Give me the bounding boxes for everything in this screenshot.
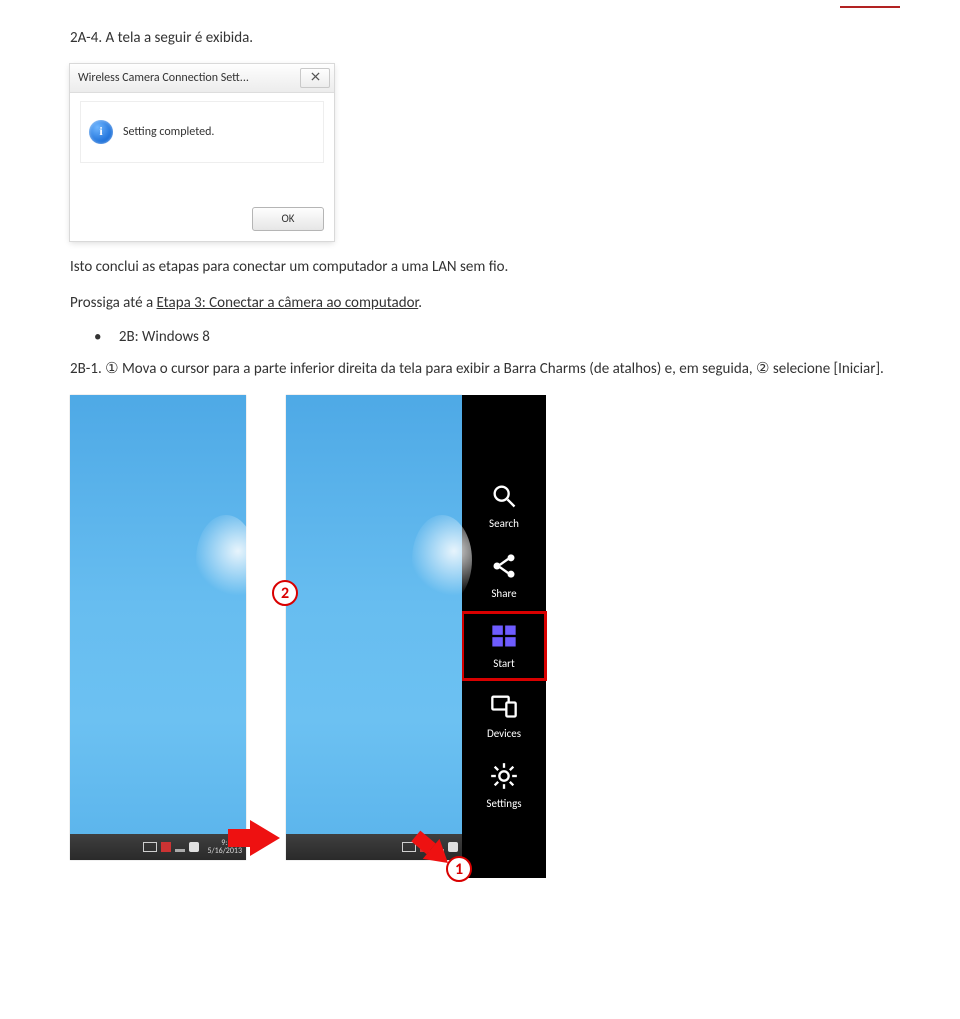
- prossiga-suffix: .: [418, 294, 422, 312]
- dialog-message-row: i Setting completed.: [80, 101, 324, 163]
- taskbar-left: 9:22 A 5/16/2013: [70, 834, 246, 860]
- circled-2-inline: ②: [756, 360, 769, 377]
- bullet-2b: 2B: Windows 8: [94, 328, 890, 346]
- desktop-left: 9:22 A 5/16/2013: [70, 395, 246, 860]
- arrow-right-icon: [250, 820, 280, 856]
- conclusion-text: Isto conclui as etapas para conectar um …: [70, 257, 890, 279]
- desktop-right-with-charms: Search Share: [286, 395, 546, 878]
- flare-highlight: [196, 515, 256, 605]
- charm-share[interactable]: Share: [462, 542, 546, 610]
- screenshots-row: 9:22 A 5/16/2013: [70, 395, 890, 878]
- clock-date: 5/16/2013: [207, 846, 242, 856]
- network-icon: [175, 842, 185, 852]
- ok-button-label: OK: [282, 212, 295, 225]
- marker-2: 2: [272, 580, 298, 606]
- desktop-right: [286, 395, 462, 860]
- charm-devices[interactable]: Devices: [462, 682, 546, 750]
- dialog-window: Wireless Camera Connection Sett... i Set…: [70, 64, 334, 241]
- info-icon: i: [89, 120, 113, 144]
- volume-icon: [189, 842, 199, 852]
- share-icon: [490, 552, 518, 583]
- charm-start[interactable]: Start: [462, 612, 546, 680]
- gear-icon: [490, 762, 518, 793]
- heading-2a4: 2A-4. A tela a seguir é exibida.: [70, 28, 890, 50]
- charm-label: Search: [489, 517, 519, 530]
- step-2b1-label: 2B-1.: [70, 360, 105, 378]
- charm-search[interactable]: Search: [462, 472, 546, 540]
- charm-label: Share: [491, 587, 516, 600]
- bullet-2b-label: 2B: Windows 8: [119, 328, 210, 346]
- step-2b1: 2B-1. ① Mova o cursor para a parte infer…: [70, 358, 890, 381]
- search-icon: [490, 482, 518, 513]
- charms-bar: Search Share: [462, 395, 546, 878]
- action-center-icon: [161, 842, 171, 852]
- prossiga-prefix: Prossiga até a: [70, 294, 157, 312]
- close-icon: [311, 71, 320, 84]
- battery-icon: [143, 842, 157, 852]
- dialog-title: Wireless Camera Connection Sett...: [78, 71, 300, 85]
- charm-label: Start: [493, 657, 514, 670]
- dialog-body: i Setting completed.: [70, 93, 334, 203]
- document-page: 2A-4. A tela a seguir é exibida. Wireles…: [0, 0, 960, 1019]
- step-2b1-part1: Mova o cursor para a parte inferior dire…: [119, 360, 756, 378]
- header-rule: [840, 6, 900, 8]
- charm-label: Settings: [486, 797, 521, 810]
- charm-settings[interactable]: Settings: [462, 752, 546, 820]
- dialog-message: Setting completed.: [123, 125, 214, 139]
- ok-button[interactable]: OK: [252, 207, 324, 231]
- prossiga-line: Prossiga até a Etapa 3: Conectar a câmer…: [70, 293, 890, 315]
- charm-label: Devices: [487, 727, 521, 740]
- step-2b1-part2: selecione [Iniciar].: [769, 360, 883, 378]
- devices-icon: [490, 692, 518, 723]
- dialog-footer: OK: [70, 203, 334, 241]
- circled-1-inline: ①: [105, 360, 118, 377]
- close-button[interactable]: [300, 68, 330, 88]
- dialog-titlebar: Wireless Camera Connection Sett...: [70, 64, 334, 93]
- windows-logo-icon: [490, 622, 518, 653]
- etapa3-link[interactable]: Etapa 3: Conectar a câmera ao computador: [157, 294, 419, 312]
